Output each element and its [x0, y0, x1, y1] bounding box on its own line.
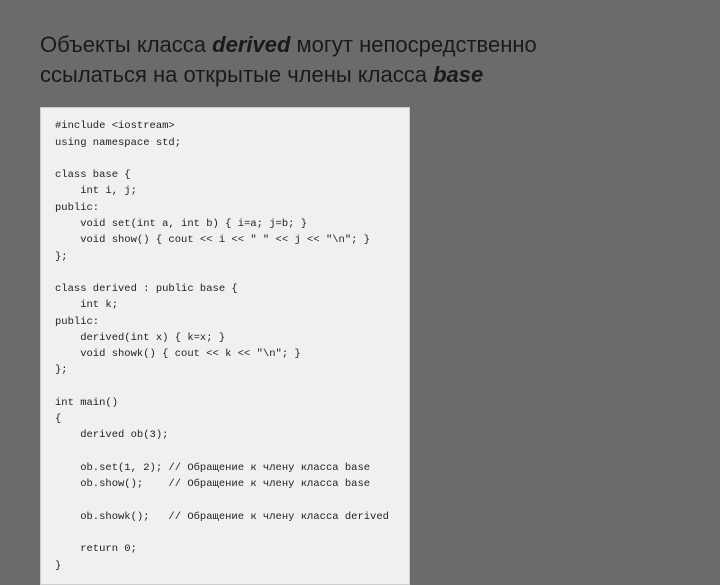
code-line: public: [55, 200, 395, 216]
code-line: { [55, 411, 395, 427]
code-line: class derived : public base { [55, 281, 395, 297]
title-italic-2: base [433, 62, 483, 87]
slide-container: Объекты класса derived могут непосредств… [40, 30, 680, 585]
code-line: void show() { cout << i << " " << j << "… [55, 232, 395, 248]
code-line: }; [55, 362, 395, 378]
code-line: int main() [55, 395, 395, 411]
code-line: }; [55, 249, 395, 265]
code-line [55, 492, 395, 508]
code-line: } [55, 558, 395, 574]
slide-title: Объекты класса derived могут непосредств… [40, 30, 680, 89]
title-text-1: Объекты класса [40, 32, 212, 57]
code-line: ob.set(1, 2); // Обращение к члену класс… [55, 460, 395, 476]
title-italic-1: derived [212, 32, 290, 57]
code-line: ob.showk(); // Обращение к члену класса … [55, 509, 395, 525]
code-line: void set(int a, int b) { i=a; j=b; } [55, 216, 395, 232]
code-line: derived(int x) { k=x; } [55, 330, 395, 346]
code-line: ob.show(); // Обращение к члену класса b… [55, 476, 395, 492]
code-line [55, 525, 395, 541]
code-line [55, 265, 395, 281]
code-line: int k; [55, 297, 395, 313]
code-line: int i, j; [55, 183, 395, 199]
title-line2-text: ссылаться на открытые члены класса [40, 62, 433, 87]
code-line [55, 151, 395, 167]
code-block: #include <iostream>using namespace std; … [40, 107, 410, 584]
code-line: public: [55, 314, 395, 330]
title-text-2: могут непосредственно [290, 32, 536, 57]
code-line: using namespace std; [55, 135, 395, 151]
code-line: #include <iostream> [55, 118, 395, 134]
code-line: void showk() { cout << k << "\n"; } [55, 346, 395, 362]
code-line [55, 379, 395, 395]
code-line: return 0; [55, 541, 395, 557]
code-line: class base { [55, 167, 395, 183]
code-line [55, 444, 395, 460]
code-line: derived ob(3); [55, 427, 395, 443]
